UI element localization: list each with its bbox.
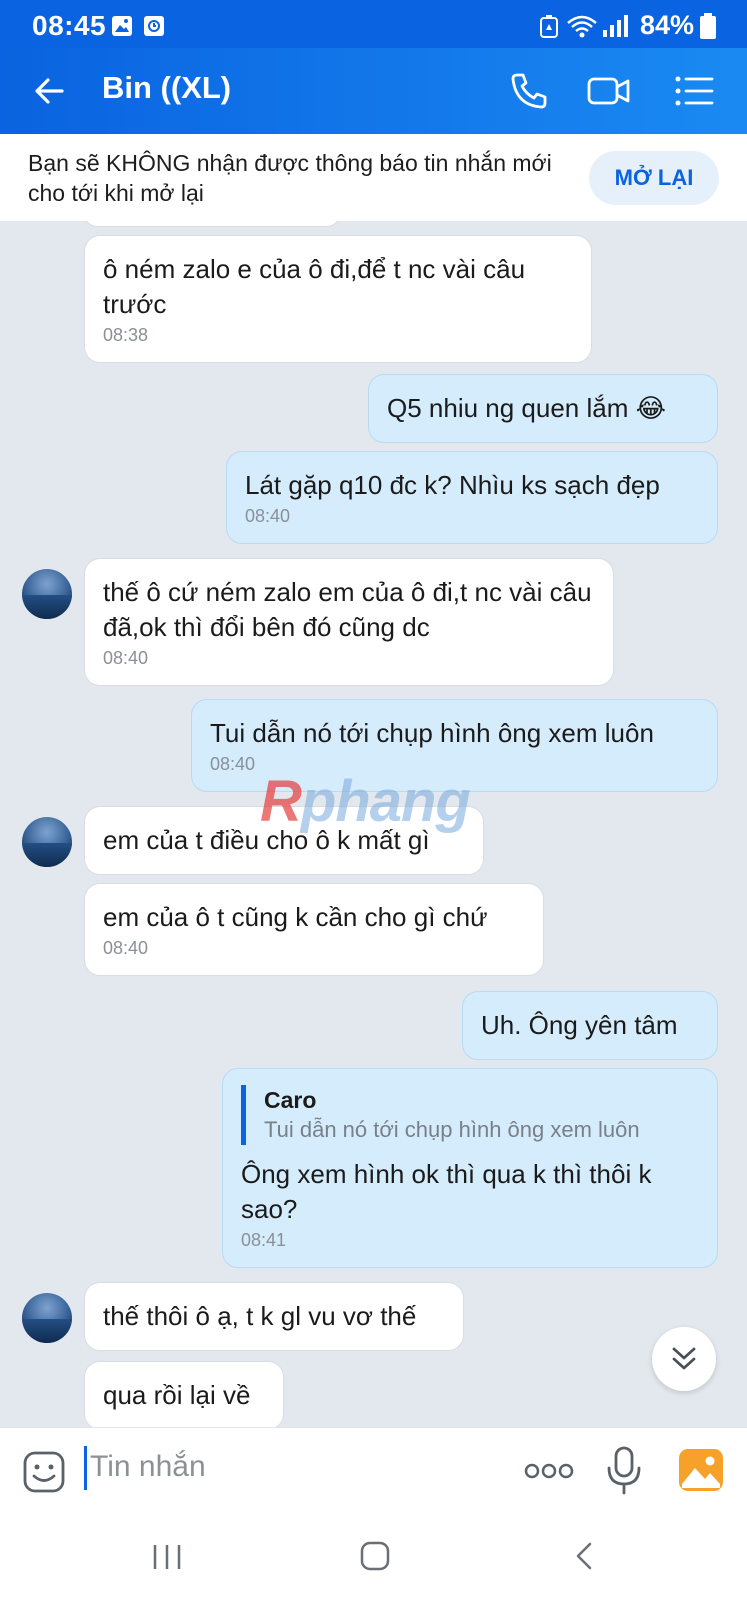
status-time: 08:45 [32,10,107,41]
message-input[interactable]: Tin nhắn [90,1450,206,1484]
video-call-icon[interactable] [586,68,632,114]
gallery-notification-icon [112,16,132,36]
message-text: Q5 nhiu ng quen lắm 😂 [387,393,666,423]
battery-saver-icon [540,15,558,38]
microphone-icon[interactable] [605,1446,643,1496]
message-input-bar: Tin nhắn [0,1427,747,1515]
contact-avatar[interactable] [22,817,72,867]
watermark-logo: Rphang [260,769,471,834]
message-bubble-incoming[interactable]: ô ném zalo e của ô đi,để t nc vài câu tr… [84,235,592,363]
message-text: Uh. Ông yên tâm [481,1010,678,1040]
battery-icon [700,13,716,39]
sticker-emoji-icon[interactable] [22,1450,66,1494]
battery-percent: 84% [640,10,695,40]
message-text: qua rồi lại về [103,1380,251,1410]
quoted-message[interactable]: Caro Tui dẫn nó tới chụp hình ông xem lu… [241,1085,699,1145]
message-text: ô ném zalo e của ô đi,để t nc vài câu tr… [103,254,526,319]
message-time: 08:40 [103,648,149,668]
message-time: 08:40 [103,938,149,958]
wifi-icon [567,15,597,38]
clock-notification-icon [144,16,164,36]
message-bubble-incoming[interactable]: thế ô cứ ném zalo em của ô đi,t nc vài c… [84,558,614,686]
message-text: Tui dẫn nó tới chụp hình ông xem luôn [210,718,654,748]
phone-call-icon[interactable] [506,68,552,114]
chat-title[interactable]: Bin ((XL) [102,70,231,106]
contact-avatar[interactable] [22,569,72,619]
chat-header: Bin ((XL) [0,48,747,134]
more-options-icon[interactable] [524,1460,574,1482]
mute-notice-banner: Bạn sẽ KHÔNG nhận được thông báo tin nhắ… [0,134,747,221]
system-navigation-bar [0,1515,747,1600]
message-time: 08:40 [245,506,291,526]
message-bubble-partial[interactable] [84,221,340,227]
scroll-to-bottom-button[interactable] [652,1327,716,1391]
message-bubble-incoming[interactable]: thế thôi ô ạ, t k gl vu vơ thế [84,1282,464,1351]
mute-notice-text: Bạn sẽ KHÔNG nhận được thông báo tin nhắ… [28,150,552,206]
recent-apps-icon[interactable] [152,1543,182,1571]
message-bubble-outgoing[interactable]: Lát gặp q10 đc k? Nhìu ks sạch đẹp 08:40 [226,451,718,544]
message-text: em của ô t cũng k cần cho gì chứ [103,902,488,932]
double-chevron-down-icon [672,1347,696,1370]
message-bubble-outgoing[interactable]: Q5 nhiu ng quen lắm 😂 [368,374,718,443]
contact-avatar[interactable] [22,1293,72,1343]
quoted-text: Tui dẫn nó tới chụp hình ông xem luôn [264,1117,640,1142]
message-bubble-outgoing[interactable]: Uh. Ông yên tâm [462,991,718,1060]
message-text: thế thôi ô ạ, t k gl vu vơ thế [103,1301,417,1331]
signal-icon [603,15,628,37]
message-bubble-incoming[interactable]: em của ô t cũng k cần cho gì chứ 08:40 [84,883,544,976]
back-nav-icon[interactable] [572,1541,596,1571]
message-time: 08:38 [103,325,149,345]
reopen-notifications-button[interactable]: MỞ LẠI [589,151,719,205]
message-bubble-outgoing-reply[interactable]: Caro Tui dẫn nó tới chụp hình ông xem lu… [222,1068,718,1268]
message-bubble-incoming[interactable]: qua rồi lại về [84,1361,284,1427]
message-text: Lát gặp q10 đc k? Nhìu ks sạch đẹp [245,470,660,500]
menu-list-icon[interactable] [672,68,718,114]
back-arrow-icon[interactable] [28,68,74,114]
message-text: Ông xem hình ok thì qua k thì thôi k sao… [241,1159,652,1224]
home-icon[interactable] [360,1541,390,1571]
message-time: 08:41 [241,1230,287,1250]
image-gallery-icon[interactable] [678,1448,724,1492]
message-text: thế ô cứ ném zalo em của ô đi,t nc vài c… [103,577,592,642]
quoted-author: Caro [264,1087,317,1113]
status-bar: 08:45 84% [0,0,747,48]
text-cursor [84,1446,87,1490]
